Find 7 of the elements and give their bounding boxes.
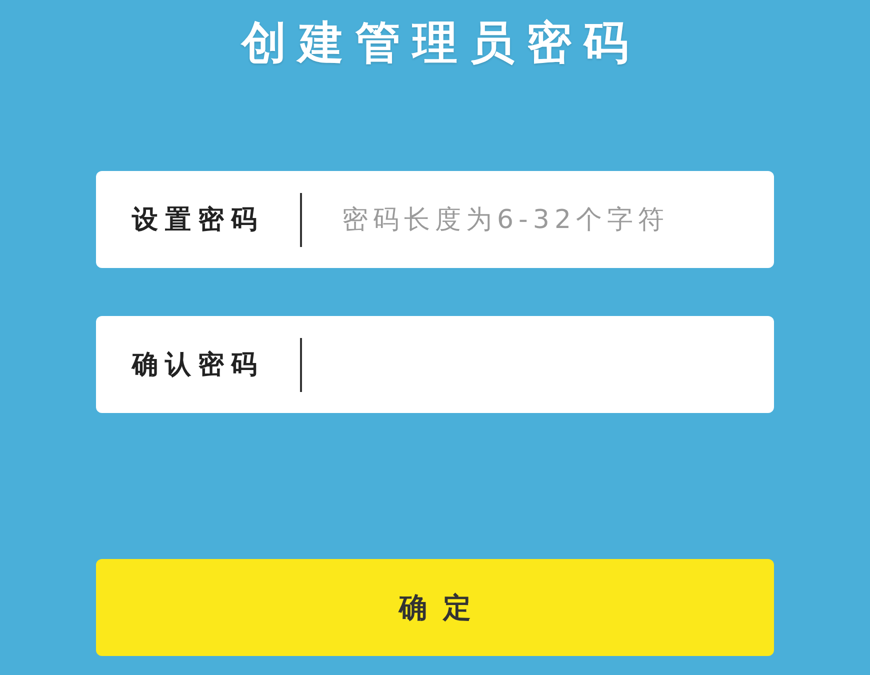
- password-field[interactable]: 确认密码: [96, 316, 774, 413]
- confirm-button[interactable]: 确定: [96, 559, 774, 656]
- field-label: 设置密码: [132, 204, 264, 236]
- field-label: 确认密码: [132, 348, 264, 382]
- password-field[interactable]: 设置密码 密码长度为6-32个字符: [96, 171, 774, 268]
- password-input[interactable]: 密码长度为6-32个字符: [300, 192, 754, 246]
- page-title: 创建管理员密码: [240, 16, 640, 70]
